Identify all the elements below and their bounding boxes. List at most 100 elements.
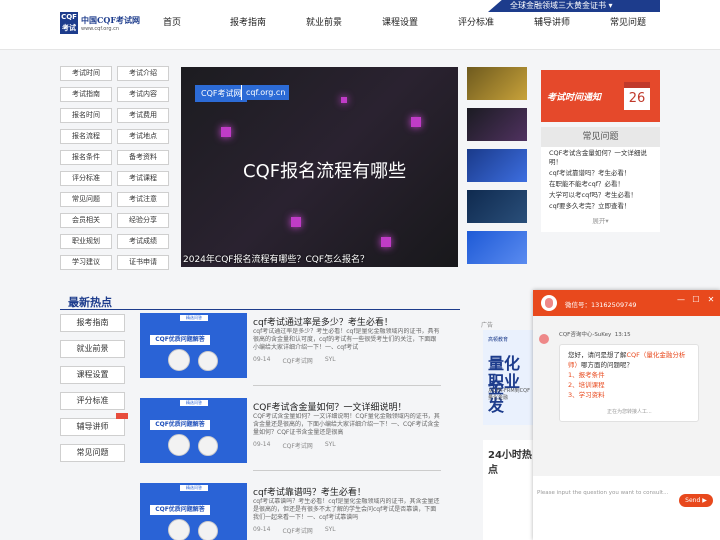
article-title[interactable]: CQF考试含金量如何？一文详细说明！ bbox=[253, 400, 407, 413]
mascot-icon bbox=[198, 521, 218, 540]
hero-carousel[interactable]: CQF考试网 cqf.org.cn CQF报名流程有哪些 2024年CQF报名流… bbox=[181, 67, 458, 267]
hot-24h-panel: 24小时热点 bbox=[483, 440, 533, 540]
category-button[interactable]: 评分标准 bbox=[60, 171, 112, 186]
faq-link[interactable]: cqf考试靠谱吗？考生必看！ bbox=[541, 169, 660, 178]
chat-option-link[interactable]: 2、培训课程 bbox=[568, 381, 605, 389]
category-button[interactable]: 会员相关 bbox=[60, 213, 112, 228]
faq-link[interactable]: 在职能不能考cqf？必看！ bbox=[541, 180, 660, 189]
maximize-icon[interactable]: ☐ bbox=[690, 295, 702, 304]
hot-category-button[interactable]: 常见问题 bbox=[60, 444, 125, 462]
decorative-cube bbox=[411, 117, 421, 127]
category-button[interactable]: 考试内容 bbox=[117, 87, 169, 102]
chat-option-link[interactable]: 3、学习资料 bbox=[568, 391, 605, 399]
article-author: SYL bbox=[324, 441, 336, 448]
nav-item-tutors[interactable]: 辅导讲师 bbox=[514, 15, 590, 28]
nav-item-career[interactable]: 就业前景 bbox=[286, 15, 362, 28]
category-button[interactable]: 考试地点 bbox=[117, 129, 169, 144]
close-icon[interactable]: ✕ bbox=[705, 295, 717, 304]
agent-avatar bbox=[539, 334, 549, 344]
site-logo[interactable]: CQF 考试网 中国CQF考试网 www.cqf.org.cn bbox=[60, 12, 140, 43]
carousel-thumbnail[interactable] bbox=[467, 190, 527, 223]
ad-label: 广告 bbox=[481, 322, 494, 329]
article-title[interactable]: cqf考试靠谱吗？考生必看！ bbox=[253, 485, 366, 498]
section-title-hot: 最新热点 bbox=[68, 296, 112, 309]
category-button[interactable]: 考试介绍 bbox=[117, 66, 169, 81]
faq-link[interactable]: CQF考试含金量如何？一文详细说明！ bbox=[541, 149, 660, 167]
hot-category-button[interactable]: 辅导讲师 bbox=[60, 413, 128, 436]
nav-item-grading[interactable]: 评分标准 bbox=[438, 15, 514, 28]
article-title[interactable]: cqf考试通过率是多少？考生必看！ bbox=[253, 315, 393, 328]
decorative-cube bbox=[221, 127, 231, 137]
article-meta: 09-14 CQF考试网 SYL bbox=[253, 441, 336, 450]
carousel-thumbnail[interactable] bbox=[467, 149, 527, 182]
mascot-icon bbox=[168, 434, 190, 456]
hot-category-button[interactable]: 评分标准 bbox=[60, 392, 125, 410]
faq-link[interactable]: cqf要多久考完？立即查看！ bbox=[541, 202, 660, 211]
article-item[interactable]: 精选问答 CQF优质问题解答 CQF考试含金量如何？一文详细说明！ CQF考试含… bbox=[140, 398, 441, 478]
chat-messages: CQF咨询中心-SuKey 13:15 您好，请问是想了解CQF（量化金融分析师… bbox=[533, 316, 720, 476]
mascot-icon bbox=[198, 351, 218, 371]
chat-input[interactable]: Please input the question you want to co… bbox=[537, 490, 668, 496]
carousel-thumbnail[interactable] bbox=[467, 108, 527, 141]
ad-banner[interactable]: 高顿教育 量化金 职业发 从CFA-FRM到CQF量化金融 bbox=[483, 330, 533, 425]
transfer-status: 正在为您转接人工... bbox=[607, 409, 652, 415]
category-button[interactable]: 考试注意 bbox=[117, 192, 169, 207]
article-thumbnail[interactable]: 精选问答 CQF优质问题解答 bbox=[140, 313, 247, 378]
agent-name: CQF咨询中心-SuKey 13:15 bbox=[559, 332, 631, 338]
category-button[interactable]: 考试时间 bbox=[60, 66, 112, 81]
category-button[interactable]: 考试费用 bbox=[117, 108, 169, 123]
category-button[interactable]: 报名时间 bbox=[60, 108, 112, 123]
send-button[interactable]: Send ▶ bbox=[679, 494, 713, 507]
mascot-icon bbox=[168, 349, 190, 371]
article-thumbnail[interactable]: 精选问答 CQF优质问题解答 bbox=[140, 398, 247, 463]
faq-link[interactable]: 大学可以考cqf吗？考生必看！ bbox=[541, 191, 660, 200]
nav-item-courses[interactable]: 课程设置 bbox=[362, 15, 438, 28]
minimize-icon[interactable]: — bbox=[675, 295, 687, 304]
main-nav: 首页 报考指南 就业前景 课程设置 评分标准 辅导讲师 常见问题 bbox=[134, 15, 666, 28]
hot-category-button[interactable]: 报考指南 bbox=[60, 314, 125, 332]
article-meta: 09-14 CQF考试网 SYL bbox=[253, 356, 336, 365]
category-button[interactable]: 考试课程 bbox=[117, 171, 169, 186]
chat-option-link[interactable]: 1、报考条件 bbox=[568, 371, 605, 379]
mascot-icon bbox=[198, 436, 218, 456]
nav-item-exam-guide[interactable]: 报考指南 bbox=[210, 15, 286, 28]
category-button[interactable]: 证书申请 bbox=[117, 255, 169, 270]
article-date: 09-14 bbox=[253, 441, 271, 448]
mascot-icon bbox=[168, 519, 190, 540]
chat-title: 微信号：13162509749 bbox=[565, 301, 637, 309]
hero-tag: CQF考试网 bbox=[195, 85, 248, 102]
carousel-thumbnail[interactable] bbox=[467, 231, 527, 264]
category-button[interactable]: 考试指南 bbox=[60, 87, 112, 102]
article-site: CQF考试网 bbox=[282, 358, 313, 365]
hot-category-list: 报考指南 就业前景 课程设置 评分标准 辅导讲师 常见问题 bbox=[60, 314, 128, 462]
category-button[interactable]: 报名流程 bbox=[60, 129, 112, 144]
thumbnail-header: 精选问答 bbox=[180, 485, 208, 491]
hot-category-button[interactable]: 课程设置 bbox=[60, 366, 125, 384]
article-summary: cqf考试通过率是多少？考生必看！cqf是量化金融领域内的证书，具有很高的含金量… bbox=[253, 328, 440, 351]
category-button[interactable]: 备考资料 bbox=[117, 150, 169, 165]
top-banner[interactable]: 全球金融领域三大黄金证书 ▾ bbox=[488, 0, 660, 12]
logo-mark: CQF 考试网 bbox=[60, 12, 78, 43]
decorative-cube bbox=[291, 217, 301, 227]
carousel-thumbnail[interactable] bbox=[467, 67, 527, 100]
hot-badge-icon bbox=[116, 413, 128, 419]
article-thumbnail[interactable]: 精选问答 CQF优质问题解答 bbox=[140, 483, 247, 540]
exam-time-notice-banner[interactable]: 考试时间通知 26 bbox=[541, 70, 660, 122]
category-button[interactable]: 常见问题 bbox=[60, 192, 112, 207]
nav-item-home[interactable]: 首页 bbox=[134, 15, 210, 28]
hero-caption[interactable]: 2024年CQF报名流程有哪些？CQF怎么报名？ bbox=[181, 250, 458, 267]
decorative-cube bbox=[381, 237, 391, 247]
article-item[interactable]: 精选问答 CQF优质问题解答 cqf考试靠谱吗？考生必看！ cqf考试靠谱吗？考… bbox=[140, 483, 441, 540]
chat-widget[interactable]: 微信号：13162509749 — ☐ ✕ CQF咨询中心-SuKey 13:1… bbox=[533, 290, 720, 540]
carousel-thumbnails bbox=[467, 67, 527, 264]
category-button[interactable]: 报名条件 bbox=[60, 150, 112, 165]
category-button[interactable]: 职业规划 bbox=[60, 234, 112, 249]
decorative-cube bbox=[341, 97, 347, 103]
category-button[interactable]: 考试成绩 bbox=[117, 234, 169, 249]
category-button[interactable]: 经验分享 bbox=[117, 213, 169, 228]
nav-item-faq[interactable]: 常见问题 bbox=[590, 15, 666, 28]
article-item[interactable]: 精选问答 CQF优质问题解答 cqf考试通过率是多少？考生必看！ cqf考试通过… bbox=[140, 313, 441, 393]
category-button[interactable]: 学习建议 bbox=[60, 255, 112, 270]
expand-more-button[interactable]: 展开▾ bbox=[541, 215, 660, 225]
hot-category-button[interactable]: 就业前景 bbox=[60, 340, 125, 358]
